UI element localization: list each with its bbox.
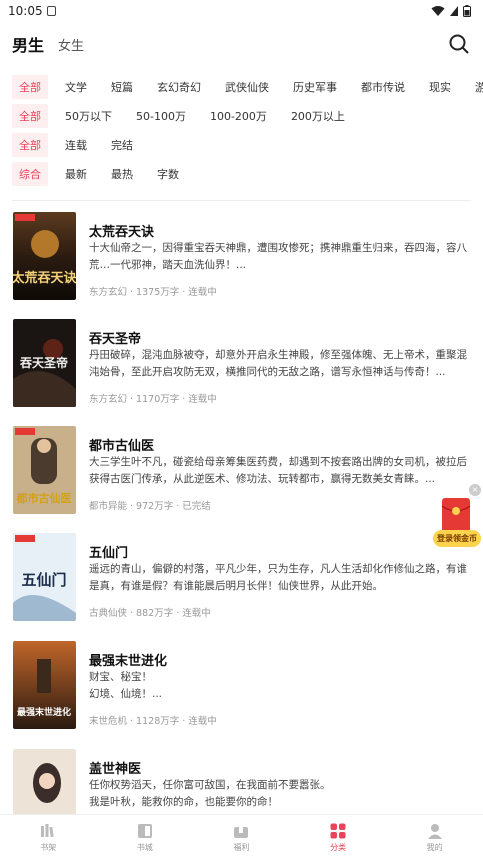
tab-category[interactable]: 分类 — [290, 815, 387, 859]
sort-newest[interactable]: 最新 — [58, 162, 94, 186]
top-header: 男生 女生 — [0, 22, 483, 66]
book-description: 财宝、秘宝！ 幻境、仙境！... — [89, 671, 163, 700]
book-cover[interactable]: 太荒吞天诀 — [13, 212, 76, 300]
sort-hottest[interactable]: 最热 — [104, 162, 140, 186]
cover-text: 太荒吞天诀 — [13, 270, 76, 286]
signal-icon — [450, 6, 458, 16]
bookshelf-icon — [41, 823, 54, 837]
tab-male[interactable]: 男生 — [12, 32, 44, 56]
book-description: 丹田破碎，混沌血脉被夺，却意外开启永生神殿，修至强体魄、无上帝术，重聚混沌始骨，… — [89, 349, 467, 378]
user-icon — [427, 823, 442, 839]
filter-category-wuxia[interactable]: 武侠仙侠 — [218, 75, 276, 99]
status-bar: 10:05 — [0, 0, 483, 22]
tab-bookshelf[interactable]: 书架 — [0, 815, 97, 859]
sort-filter-row: 综合 最新 最热 字数 — [0, 159, 483, 188]
filter-category-literature[interactable]: 文学 — [58, 75, 94, 99]
tab-female[interactable]: 女生 — [58, 35, 84, 54]
tab-label: 书城 — [136, 842, 153, 852]
book-item[interactable]: 最强末世进化 最强末世进化 财宝、秘宝！ 幻境、仙境！... 末世危机 · 11… — [0, 629, 483, 729]
wordcount-filter-row: 全部 50万以下 50-100万 100-200万 200万以上 — [0, 101, 483, 130]
tab-label: 我的 — [426, 842, 443, 852]
book-title[interactable]: 太荒吞天诀 — [89, 221, 154, 240]
filter-status-finished[interactable]: 完结 — [104, 133, 140, 157]
tab-profile[interactable]: 我的 — [386, 815, 483, 859]
filter-category-history[interactable]: 历史军事 — [286, 75, 344, 99]
filter-panel: 全部 文学 短篇 玄幻奇幻 武侠仙侠 历史军事 都市传说 现实 游戏竞技 全部 … — [0, 66, 483, 188]
book-meta: 都市异能 · 972万字 · 已完结 — [89, 501, 211, 512]
search-icon[interactable] — [447, 32, 471, 56]
book-item[interactable]: 吞天圣帝 吞天圣帝 丹田破碎，混沌血脉被夺，却意外开启永生神殿，修至强体魄、无上… — [0, 307, 483, 407]
cover-text: 吞天圣帝 — [20, 355, 68, 370]
filter-wordcount-all[interactable]: 全部 — [12, 103, 48, 128]
filter-category-reality[interactable]: 现实 — [422, 75, 458, 99]
book-description: 遥远的青山，偏僻的村落，平凡少年，只为生存，凡人生活却化作修仙之路，有谁是真，有… — [89, 563, 467, 592]
filter-status-all[interactable]: 全部 — [12, 132, 48, 157]
tab-bookstore[interactable]: 书城 — [97, 815, 194, 859]
book-cover[interactable]: 五仙门 — [13, 533, 76, 621]
shield-status-icon — [46, 6, 56, 16]
book-meta: 东方玄幻 · 1170万字 · 连载中 — [89, 394, 217, 405]
book-cover[interactable]: 吞天圣帝 — [13, 319, 76, 407]
book-title[interactable]: 都市古仙医 — [89, 435, 154, 454]
filter-category-urban[interactable]: 都市传说 — [354, 75, 412, 99]
cover-text: 五仙门 — [21, 571, 66, 589]
book-description: 大三学生叶不凡，碰瓷给母亲筹集医药费，却遇到不按套路出牌的女司机，被拉后获得古医… — [89, 456, 467, 485]
category-filter-row: 全部 文学 短篇 玄幻奇幻 武侠仙侠 历史军事 都市传说 现实 游戏竞技 — [0, 72, 483, 101]
book-description: 任你权势滔天，任你富可敌国，在我面前不要嚣张。 我是叶秋，能救你的命，也能要你的… — [89, 779, 331, 808]
book-meta: 古典仙侠 · 882万字 · 连载中 — [89, 608, 211, 619]
filter-status-ongoing[interactable]: 连载 — [58, 133, 94, 157]
bottom-tab-bar: 书架 书城 福利 分类 我的 — [0, 814, 483, 859]
book-description: 十大仙帝之一，因得重宝吞天神鼎，遭围攻惨死；携神鼎重生归来，吞四海，容八荒…一代… — [89, 242, 467, 271]
book-meta: 东方玄幻 · 1375万字 · 连载中 — [89, 287, 217, 298]
category-icon — [330, 823, 346, 838]
filter-category-all[interactable]: 全部 — [12, 74, 48, 99]
status-filter-row: 全部 连载 完结 — [0, 130, 483, 159]
filter-category-gaming[interactable]: 游戏竞技 — [468, 75, 483, 99]
cover-text: 最强末世进化 — [17, 706, 71, 718]
book-item[interactable]: 都市古仙医 都市古仙医 大三学生叶不凡，碰瓷给母亲筹集医药费，却遇到不按套路出牌… — [0, 414, 483, 514]
book-title[interactable]: 吞天圣帝 — [89, 328, 141, 347]
book-title[interactable]: 最强末世进化 — [89, 650, 167, 669]
clock: 10:05 — [8, 4, 43, 18]
book-item[interactable]: 五仙门 五仙门 遥远的青山，偏僻的村落，平凡少年，只为生存，凡人生活却化作修仙之… — [0, 521, 483, 621]
book-item[interactable]: 太荒吞天诀 太荒吞天诀 十大仙帝之一，因得重宝吞天神鼎，遭围攻惨死；携神鼎重生归… — [0, 200, 483, 300]
filter-wordcount-under-50[interactable]: 50万以下 — [58, 104, 119, 128]
book-meta: 末世危机 · 1128万字 · 连载中 — [89, 716, 217, 727]
filter-wordcount-over-200[interactable]: 200万以上 — [284, 104, 352, 128]
filter-wordcount-50-100[interactable]: 50-100万 — [129, 104, 193, 128]
battery-icon — [463, 5, 471, 17]
bookstore-icon — [137, 823, 152, 838]
sort-overall[interactable]: 综合 — [12, 161, 48, 186]
tab-label: 书架 — [40, 842, 57, 852]
cover-text: 都市古仙医 — [16, 491, 72, 505]
filter-category-short[interactable]: 短篇 — [104, 75, 140, 99]
book-title[interactable]: 五仙门 — [89, 542, 128, 561]
filter-wordcount-100-200[interactable]: 100-200万 — [203, 104, 274, 128]
login-coins-button[interactable]: 登录领金币 — [433, 530, 481, 547]
book-title[interactable]: 盖世神医 — [89, 758, 141, 777]
wifi-icon — [431, 6, 445, 16]
gift-icon — [234, 826, 249, 838]
tab-label: 福利 — [233, 842, 250, 852]
book-cover[interactable]: 最强末世进化 — [13, 641, 76, 729]
book-cover[interactable]: 都市古仙医 — [13, 426, 76, 514]
filter-category-fantasy[interactable]: 玄幻奇幻 — [150, 75, 208, 99]
tab-label: 分类 — [330, 842, 347, 852]
sort-wordcount[interactable]: 字数 — [150, 162, 186, 186]
tab-welfare[interactable]: 福利 — [193, 815, 290, 859]
